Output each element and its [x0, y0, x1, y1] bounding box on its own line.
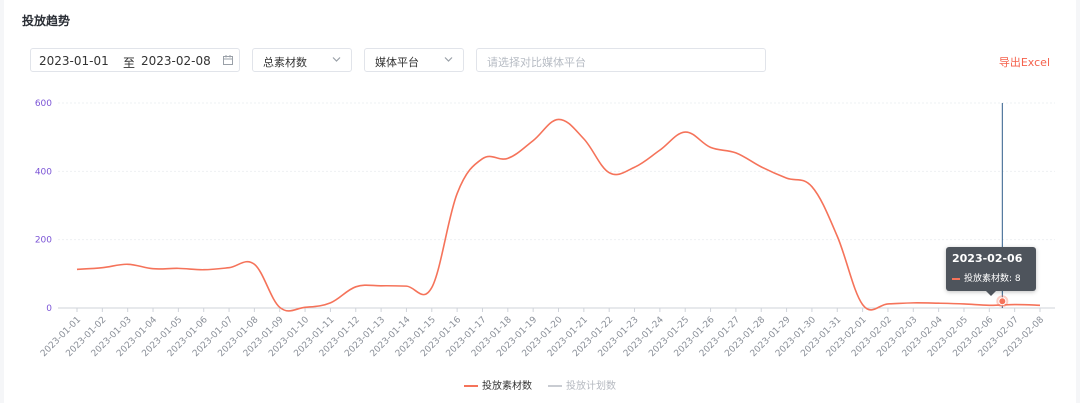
- y-tick-label: 600: [35, 99, 52, 109]
- trend-line-chart: 02004006002023-01-012023-01-022023-01-03…: [35, 99, 1055, 359]
- tooltip-date: 2023-02-06: [952, 252, 1023, 265]
- legend-label-secondary: 投放计划数: [566, 381, 616, 392]
- tooltip-row: 投放素材数: 8: [952, 271, 1021, 284]
- tooltip-series-label: 投放素材数:: [964, 274, 1013, 284]
- highlight-point: [998, 297, 1007, 306]
- legend-item-secondary[interactable]: 投放计划数: [548, 377, 616, 392]
- chart-tooltip: 2023-02-06 投放素材数: 8: [946, 247, 1036, 296]
- legend-swatch-primary: [464, 385, 478, 387]
- tooltip-swatch: [952, 277, 960, 280]
- legend-item-primary[interactable]: 投放素材数: [464, 377, 532, 392]
- series-line-primary: [76, 118, 1041, 312]
- legend-swatch-secondary: [548, 385, 562, 387]
- y-tick-label: 400: [35, 167, 52, 177]
- y-tick-label: 0: [46, 304, 52, 314]
- legend-label-primary: 投放素材数: [482, 381, 532, 392]
- y-tick-label: 200: [35, 236, 52, 246]
- tooltip-value: 8: [1014, 274, 1021, 284]
